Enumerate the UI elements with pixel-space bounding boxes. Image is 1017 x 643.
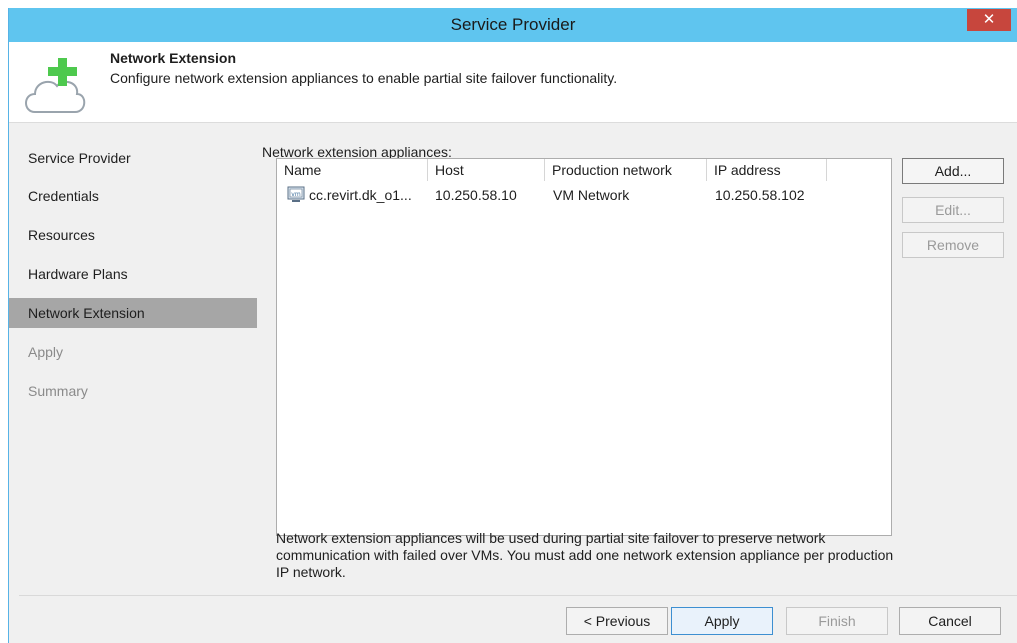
column-header-name[interactable]: Name xyxy=(277,159,428,181)
wizard-window: Service Provider ✕ Network Extension Con… xyxy=(8,8,1017,643)
appliances-list[interactable]: Name Host Production network IP address … xyxy=(276,158,892,536)
nav-item-network-extension[interactable]: Network Extension xyxy=(9,298,257,328)
header-title: Network Extension xyxy=(110,50,237,66)
column-header-host[interactable]: Host xyxy=(428,159,545,181)
remove-button[interactable]: Remove xyxy=(902,232,1004,258)
footer-divider xyxy=(19,595,1017,596)
vm-icon: vm xyxy=(287,186,305,202)
row-production-network: VM Network xyxy=(553,187,630,203)
row-ip-address: 10.250.58.102 xyxy=(715,187,805,203)
wizard-header: Network Extension Configure network exte… xyxy=(9,42,1017,123)
nav-item-service-provider[interactable]: Service Provider xyxy=(9,143,257,173)
close-button[interactable]: ✕ xyxy=(967,9,1011,31)
cancel-button[interactable]: Cancel xyxy=(899,607,1001,635)
window-title: Service Provider xyxy=(450,15,576,34)
column-header-ip-address[interactable]: IP address xyxy=(707,159,827,181)
edit-button[interactable]: Edit... xyxy=(902,197,1004,223)
nav-item-summary: Summary xyxy=(28,383,88,399)
row-host: 10.250.58.10 xyxy=(435,187,517,203)
header-description: Configure network extension appliances t… xyxy=(110,70,618,86)
close-icon: ✕ xyxy=(982,10,996,28)
svg-text:vm: vm xyxy=(291,191,301,198)
apply-button[interactable]: Apply xyxy=(671,607,773,635)
nav-item-hardware-plans[interactable]: Hardware Plans xyxy=(9,259,257,289)
info-note: Network extension appliances will be use… xyxy=(276,530,894,580)
title-bar[interactable]: Service Provider ✕ xyxy=(9,8,1017,42)
wizard-steps-nav: Service Provider Credentials Resources H… xyxy=(9,123,259,595)
column-header-production-network[interactable]: Production network xyxy=(545,159,707,181)
finish-button[interactable]: Finish xyxy=(786,607,888,635)
nav-item-credentials[interactable]: Credentials xyxy=(9,181,257,211)
cloud-plus-icon xyxy=(25,58,86,113)
row-name: cc.revirt.dk_o1... xyxy=(309,187,412,203)
nav-item-apply: Apply xyxy=(28,344,64,360)
previous-button[interactable]: < Previous xyxy=(566,607,668,635)
add-button[interactable]: Add... xyxy=(902,158,1004,184)
nav-item-resources[interactable]: Resources xyxy=(9,220,257,250)
